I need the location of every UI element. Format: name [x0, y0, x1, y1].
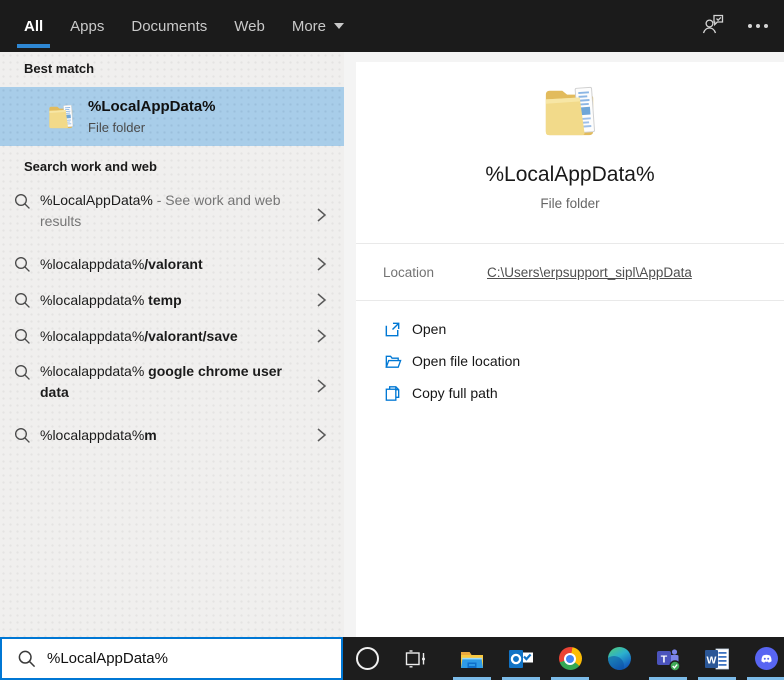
teams-icon: T	[657, 648, 681, 672]
search-icon	[14, 292, 30, 308]
tab-more[interactable]: More	[291, 0, 345, 52]
tab-documents[interactable]: Documents	[131, 0, 207, 52]
location-link[interactable]: C:\Users\erpsupport_sipl\AppData	[487, 265, 692, 280]
edge-icon	[607, 647, 631, 670]
action-list: Open Open file location Copy full path	[356, 301, 784, 409]
suggestion-google-chrome-user-data[interactable]: %localappdata% google chrome user data	[0, 354, 344, 417]
suggestion-valorant[interactable]: %localappdata%/valorant	[0, 246, 344, 282]
tab-all[interactable]: All	[17, 0, 51, 52]
svg-text:W: W	[707, 654, 717, 666]
discord-icon	[754, 647, 778, 670]
tab-apps-label: Apps	[70, 17, 105, 35]
file-explorer-button[interactable]	[452, 637, 492, 680]
search-input[interactable]	[47, 650, 341, 667]
chrome-icon	[558, 647, 582, 670]
discord-button[interactable]	[746, 637, 784, 680]
tab-web[interactable]: Web	[234, 0, 265, 52]
suggestion-m[interactable]: %localappdata%m	[0, 417, 344, 453]
edge-button[interactable]	[599, 637, 639, 680]
open-icon	[385, 322, 400, 336]
tab-web-label: Web	[234, 17, 265, 35]
outlook-icon	[509, 649, 533, 668]
chevron-right-icon[interactable]	[316, 378, 327, 394]
suggestion-valorant-save[interactable]: %localappdata%/valorant/save	[0, 318, 344, 354]
task-view-button[interactable]	[396, 637, 436, 680]
detail-title: %LocalAppData%	[485, 163, 655, 186]
search-icon	[14, 193, 30, 209]
teams-button[interactable]: T	[648, 637, 688, 680]
tab-documents-label: Documents	[131, 17, 208, 35]
word-button[interactable]: W	[697, 637, 737, 680]
feedback-icon[interactable]	[700, 11, 726, 41]
tab-all-label: All	[24, 17, 44, 35]
active-tab-underline	[17, 44, 51, 48]
chevron-right-icon[interactable]	[316, 328, 327, 344]
search-icon	[14, 328, 30, 344]
action-open-file-location[interactable]: Open file location	[356, 345, 784, 377]
file-explorer-icon	[461, 651, 483, 668]
suggestion-list: %LocalAppData% - See work and web result…	[0, 183, 344, 453]
chevron-down-icon	[334, 23, 345, 29]
chevron-right-icon[interactable]	[316, 207, 327, 223]
outlook-button[interactable]	[501, 637, 541, 680]
suggestion-see-web-results[interactable]: %LocalAppData% - See work and web result…	[0, 183, 344, 246]
best-match-header: Best match	[24, 61, 95, 76]
filter-tabs: All Apps Documents Web More	[17, 0, 345, 52]
taskbar-search-box[interactable]	[0, 637, 343, 680]
web-results-header: Search work and web	[24, 159, 157, 174]
chevron-right-icon[interactable]	[316, 256, 327, 272]
action-open[interactable]: Open	[356, 313, 784, 345]
tab-apps[interactable]: Apps	[70, 0, 104, 52]
chevron-right-icon[interactable]	[316, 427, 327, 443]
results-pane: Best match %LocalAppData% File folder Se…	[0, 52, 344, 637]
cortana-button[interactable]	[347, 637, 387, 680]
search-icon	[14, 256, 30, 272]
search-icon	[14, 427, 30, 443]
suggestion-query: %LocalAppData%	[40, 192, 153, 208]
chevron-right-icon[interactable]	[316, 292, 327, 308]
suggestion-temp[interactable]: %localappdata% temp	[0, 282, 344, 318]
word-icon: W	[705, 648, 729, 669]
copy-icon	[385, 385, 400, 401]
taskbar: T W	[343, 637, 784, 680]
search-icon	[18, 650, 36, 667]
location-row: Location C:\Users\erpsupport_sipl\AppDat…	[356, 244, 784, 300]
task-view-icon	[405, 649, 425, 667]
search-filter-bar: All Apps Documents Web More	[0, 0, 784, 52]
preview-pane: %LocalAppData% File folder Location C:\U…	[344, 52, 784, 637]
cortana-icon	[355, 647, 379, 670]
action-copy-full-path[interactable]: Copy full path	[356, 377, 784, 409]
open-folder-icon	[385, 355, 402, 368]
best-match-result[interactable]: %LocalAppData% File folder	[0, 87, 344, 146]
best-match-subtitle: File folder	[88, 120, 146, 135]
svg-text:T: T	[661, 653, 668, 665]
location-label: Location	[383, 264, 435, 280]
detail-subtitle: File folder	[540, 196, 600, 211]
search-icon	[14, 364, 30, 380]
windows-search-flyout: All Apps Documents Web More Best match %…	[0, 0, 784, 680]
result-detail-card: %LocalAppData% File folder Location C:\U…	[356, 62, 784, 637]
tab-more-label: More	[291, 17, 327, 35]
best-match-title: %LocalAppData%	[88, 98, 216, 115]
chrome-button[interactable]	[550, 637, 590, 680]
more-options-icon[interactable]	[756, 24, 760, 28]
folder-icon	[49, 104, 74, 129]
folder-icon-large	[545, 86, 595, 136]
